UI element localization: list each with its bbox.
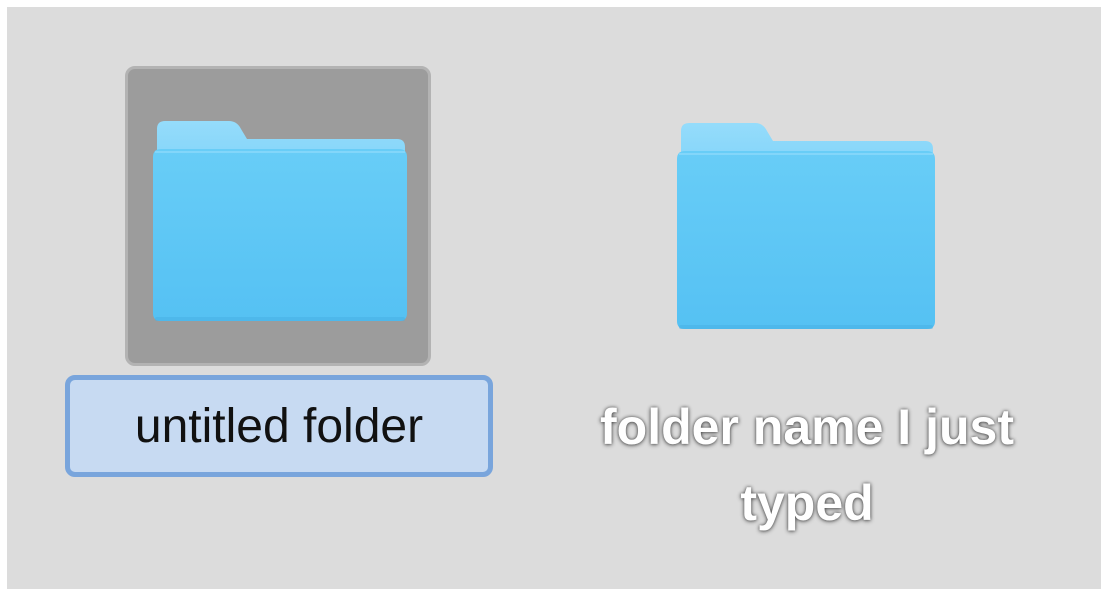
rename-field-container[interactable] xyxy=(65,375,493,477)
desktop-item-folder[interactable]: folder name I just typed xyxy=(527,67,1087,587)
folder-icon-graphic xyxy=(153,121,407,321)
folder-name-label[interactable]: folder name I just typed xyxy=(527,389,1087,541)
folder-icon-graphic xyxy=(677,123,935,329)
folder-name-line-1: folder name I just xyxy=(600,399,1014,455)
folder-icon[interactable] xyxy=(151,117,409,325)
desktop[interactable]: folder name I just typed xyxy=(7,7,1101,589)
folder-name-line-2: typed xyxy=(740,475,874,531)
rename-input[interactable] xyxy=(70,398,488,454)
folder-icon[interactable] xyxy=(675,119,937,333)
desktop-item-untitled-folder[interactable] xyxy=(63,65,503,485)
